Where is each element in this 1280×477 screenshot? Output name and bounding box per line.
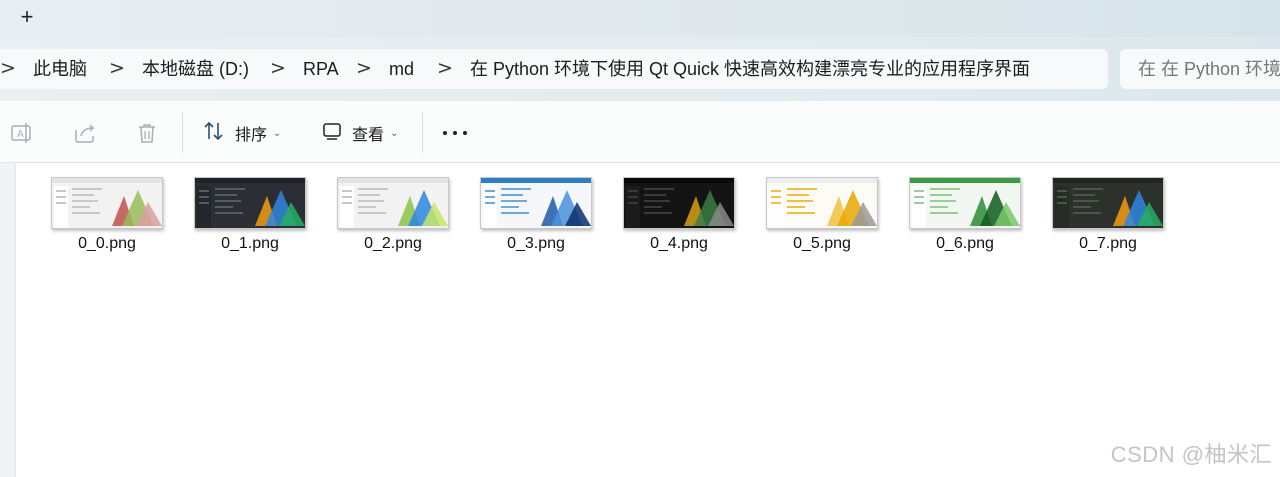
file-thumbnail — [194, 177, 306, 229]
new-tab-button[interactable]: + — [14, 5, 40, 31]
breadcrumb-separator[interactable]: > — [109, 49, 125, 89]
file-name: 0_4.png — [650, 235, 708, 252]
file-name: 0_7.png — [1079, 235, 1137, 252]
toolbar-divider — [422, 113, 423, 153]
file-name: 0_3.png — [507, 235, 565, 252]
file-name: 0_6.png — [936, 235, 994, 252]
sort-button[interactable]: 排序 ⌄ — [203, 118, 281, 148]
file-thumbnail — [337, 177, 449, 229]
file-list[interactable]: 0_0.png 0_1.png 0_2.png 0_3.png 0_4.png 0_5.p… — [17, 163, 1280, 477]
more-icon[interactable] — [443, 121, 467, 145]
breadcrumb-separator[interactable]: > — [270, 49, 286, 89]
breadcrumb-separator[interactable]: > — [356, 49, 372, 89]
file-name: 0_0.png — [78, 235, 136, 252]
breadcrumb-local-disk[interactable]: 本地磁盘 (D:) — [142, 49, 249, 89]
share-icon[interactable] — [72, 120, 98, 146]
delete-icon[interactable] — [134, 120, 160, 146]
file-thumbnail — [766, 177, 878, 229]
file-item[interactable]: 0_0.png — [47, 177, 167, 267]
file-thumbnail — [623, 177, 735, 229]
view-button[interactable]: 查看 ⌄ — [322, 118, 398, 148]
file-thumbnail — [1052, 177, 1164, 229]
breadcrumb-current-folder[interactable]: 在 Python 环境下使用 Qt Quick 快速高效构建漂亮专业的应用程序界… — [470, 49, 1030, 89]
watermark: CSDN @柚米汇 — [1110, 442, 1272, 467]
file-item[interactable]: 0_7.png — [1048, 177, 1168, 267]
file-item[interactable]: 0_3.png — [476, 177, 596, 267]
file-name: 0_2.png — [364, 235, 422, 252]
breadcrumb-separator[interactable]: > — [437, 49, 453, 89]
file-item[interactable]: 0_1.png — [190, 177, 310, 267]
breadcrumb-rpa[interactable]: RPA — [303, 49, 339, 89]
tab-bar: + — [0, 0, 1280, 37]
address-row: > 此电脑 > 本地磁盘 (D:) > RPA > md > 在 Python … — [0, 37, 1280, 101]
toolbar-divider — [182, 113, 183, 153]
search-box[interactable]: 在 在 Python 环境 — [1120, 49, 1280, 89]
sort-icon — [203, 120, 225, 147]
file-name: 0_5.png — [793, 235, 851, 252]
rename-icon[interactable]: A — [9, 120, 35, 146]
command-bar: A 排序 ⌄ 查看 ⌄ — [0, 101, 1280, 163]
chevron-down-icon: ⌄ — [273, 127, 282, 139]
file-thumbnail — [51, 177, 163, 229]
breadcrumb-this-pc[interactable]: 此电脑 — [33, 49, 87, 89]
file-name: 0_1.png — [221, 235, 279, 252]
breadcrumb[interactable]: > 此电脑 > 本地磁盘 (D:) > RPA > md > 在 Python … — [0, 49, 1108, 89]
chevron-down-icon: ⌄ — [390, 127, 399, 139]
svg-text:A: A — [17, 129, 24, 140]
file-item[interactable]: 0_6.png — [905, 177, 1025, 267]
search-input[interactable]: 在 在 Python 环境 — [1138, 49, 1280, 89]
file-item[interactable]: 0_4.png — [619, 177, 739, 267]
file-item[interactable]: 0_5.png — [762, 177, 882, 267]
file-item[interactable]: 0_2.png — [333, 177, 453, 267]
file-thumbnail — [480, 177, 592, 229]
view-label: 查看 — [352, 127, 385, 144]
view-icon — [322, 121, 342, 146]
sort-label: 排序 — [235, 127, 268, 144]
navigation-pane[interactable] — [0, 163, 16, 477]
breadcrumb-md[interactable]: md — [389, 49, 414, 89]
breadcrumb-separator[interactable]: > — [0, 49, 16, 89]
file-thumbnail — [909, 177, 1021, 229]
